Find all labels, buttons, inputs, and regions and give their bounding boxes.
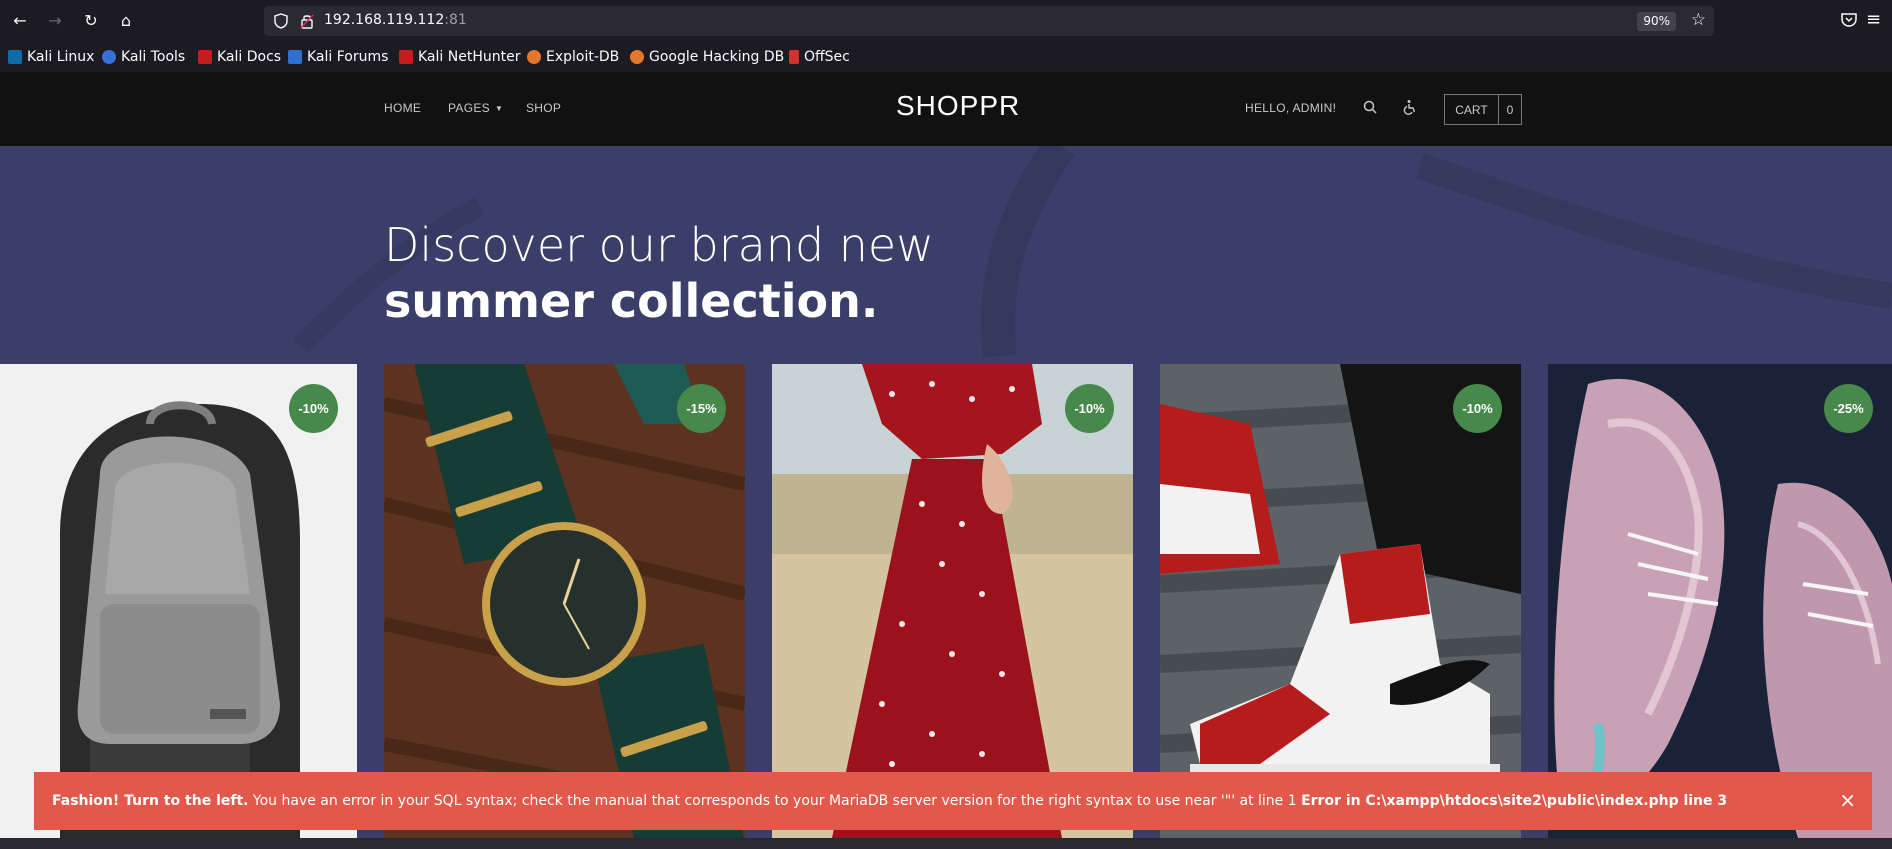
product-card-knit-sneakers[interactable]: -25% <box>1548 364 1892 838</box>
bookmark-label: Kali Tools <box>121 49 186 65</box>
shield-icon[interactable] <box>274 13 288 29</box>
product-card-high-top-sneakers[interactable]: -10% <box>1160 364 1521 838</box>
dress-image <box>772 364 1133 838</box>
bookmark-label: Kali NetHunter <box>418 49 521 65</box>
discount-badge: -15% <box>677 384 726 433</box>
site-header: HOME PAGES ▼ SHOP SHOPPR HELLO, ADMIN! CA… <box>0 72 1892 146</box>
bookmark-kali-nethunter[interactable]: Kali NetHunter <box>399 47 520 67</box>
bookmark-label: Kali Linux <box>27 49 95 65</box>
alert-lead: Fashion! Turn to the left. <box>52 793 249 809</box>
bookmark-label: Google Hacking DB <box>649 49 785 65</box>
nav-pages[interactable]: PAGES ▼ <box>448 101 503 115</box>
url-host: 192.168.119.112 <box>324 12 445 28</box>
kali-tools-icon <box>102 50 116 64</box>
site-logo[interactable]: SHOPPR <box>896 90 1020 122</box>
discount-badge: -10% <box>1065 384 1114 433</box>
bookmarks-bar: Kali Linux Kali Tools Kali Docs Kali For… <box>0 42 1892 72</box>
bookmark-label: Kali Docs <box>217 49 282 65</box>
bookmark-label: Exploit-DB <box>546 49 620 65</box>
exploit-db-icon <box>527 50 541 64</box>
high-top-sneakers-image <box>1160 364 1521 838</box>
offsec-icon <box>789 50 799 64</box>
product-card-backpack[interactable]: -10% <box>0 364 357 838</box>
discount-badge: -10% <box>289 384 338 433</box>
bookmark-exploit-db[interactable]: Exploit-DB <box>527 47 619 67</box>
bookmark-kali-tools[interactable]: Kali Tools <box>102 47 185 67</box>
product-card-dress[interactable]: -10% <box>772 364 1133 838</box>
nav-shop[interactable]: SHOP <box>526 101 561 115</box>
watch-image <box>384 364 745 838</box>
cart-button[interactable]: CART 0 <box>1444 94 1522 125</box>
alert-error-location: Error in C:\xampp\htdocs\site2\public\in… <box>1301 793 1728 809</box>
bookmark-label: OffSec <box>804 49 850 65</box>
nav-home[interactable]: HOME <box>384 101 421 115</box>
hamburger-menu-icon[interactable]: ≡ <box>1866 10 1881 30</box>
ghdb-icon <box>630 50 644 64</box>
nethunter-icon <box>399 50 413 64</box>
kali-docs-icon <box>198 50 212 64</box>
cart-count: 0 <box>1506 102 1514 117</box>
close-icon[interactable]: × <box>1839 789 1856 811</box>
bookmark-kali-linux[interactable]: Kali Linux <box>8 47 94 67</box>
nav-pages-label: PAGES <box>448 101 490 115</box>
home-icon[interactable]: ⌂ <box>113 9 139 33</box>
zoom-level-badge[interactable]: 90% <box>1637 12 1676 31</box>
hero-headline: Discover our brand new <box>384 218 934 272</box>
knit-sneakers-image <box>1548 364 1892 838</box>
forward-icon[interactable]: → <box>42 9 68 33</box>
discount-badge: -25% <box>1824 384 1873 433</box>
hero-subheadline: summer collection. <box>384 274 879 328</box>
discount-badge: -10% <box>1453 384 1502 433</box>
bookmark-kali-docs[interactable]: Kali Docs <box>198 47 281 67</box>
pocket-icon[interactable] <box>1840 11 1858 29</box>
bookmark-star-icon[interactable]: ☆ <box>1691 10 1706 30</box>
url-port: :81 <box>444 12 467 28</box>
browser-status-bar <box>0 838 1892 849</box>
address-bar[interactable]: 192.168.119.112:81 90% ☆ <box>264 6 1714 36</box>
product-card-watch[interactable]: -15% <box>384 364 745 838</box>
kali-forums-icon <box>288 50 302 64</box>
bookmark-google-hacking-db[interactable]: Google Hacking DB <box>630 47 784 67</box>
bookmark-label: Kali Forums <box>307 49 389 65</box>
sql-error-alert: Fashion! Turn to the left. You have an e… <box>34 772 1872 830</box>
insecure-lock-icon[interactable] <box>300 13 314 29</box>
browser-toolbar: ← → ↻ ⌂ 192.168.119.112:81 90% ☆ ≡ <box>0 0 1892 42</box>
user-greeting[interactable]: HELLO, ADMIN! <box>1245 101 1336 115</box>
backpack-image <box>0 364 357 838</box>
bookmark-offsec[interactable]: OffSec <box>789 47 850 67</box>
bookmark-kali-forums[interactable]: Kali Forums <box>288 47 388 67</box>
caret-down-icon: ▼ <box>494 104 504 114</box>
kali-dragon-icon <box>8 50 22 64</box>
back-icon[interactable]: ← <box>7 9 33 33</box>
cart-label: CART <box>1445 95 1499 124</box>
accessibility-icon[interactable] <box>1402 99 1418 115</box>
url-text[interactable]: 192.168.119.112:81 <box>324 12 467 28</box>
alert-message: You have an error in your SQL syntax; ch… <box>248 793 1302 809</box>
reload-icon[interactable]: ↻ <box>78 9 104 33</box>
search-icon[interactable] <box>1362 99 1378 115</box>
